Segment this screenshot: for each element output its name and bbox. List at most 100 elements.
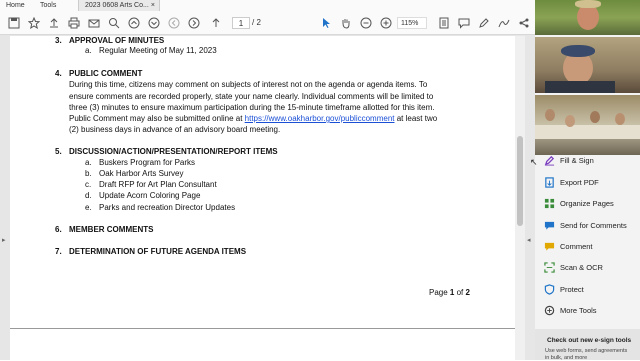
tool-scan-ocr[interactable]: Scan & OCR (540, 260, 640, 276)
item-c-letter: c. (85, 180, 92, 189)
document-tab[interactable]: 2023 0608 Arts Co... × (78, 0, 160, 11)
public-comment-line-4: Public Comment may also be submitted onl… (69, 114, 437, 124)
tool-send-for-comments[interactable]: Send for Comments (540, 218, 640, 234)
section-7-title: DETERMINATION OF FUTURE AGENDA ITEMS (69, 247, 247, 256)
tools-tab[interactable]: Tools (40, 0, 56, 11)
bookmark-star-icon[interactable] (26, 15, 42, 31)
video-participant-1 (535, 0, 640, 35)
item-a-letter: a. (85, 158, 92, 167)
public-comment-line-5: (2) business days in advance of an advis… (69, 125, 281, 134)
footer-total: 2 (465, 288, 470, 297)
item-d-letter: d. (85, 191, 92, 200)
document-tab-label: 2023 0608 Arts Co... (85, 2, 149, 9)
esign-promo-banner[interactable]: Check out new e-sign tools Use web forms… (535, 329, 640, 361)
item-d-text: Update Acorn Coloring Page (99, 191, 201, 200)
zoom-in-icon[interactable] (378, 15, 394, 31)
public-comment-line-3: three (3) minutes to ensure maximum part… (69, 103, 435, 112)
public-comment-link[interactable]: https://www.oakharbor.gov/publiccomment (245, 114, 395, 123)
public-comment-line-4-end: at least two (394, 114, 438, 123)
page-break-line (10, 328, 515, 329)
attendee-face (615, 113, 625, 125)
protect-icon (544, 284, 555, 295)
video-participant-2 (535, 37, 640, 93)
item-e-letter: e. (85, 203, 92, 212)
fill-sign-icon (544, 155, 555, 166)
promo-title: Check out new e-sign tools (547, 337, 632, 344)
print-icon[interactable] (66, 15, 82, 31)
previous-page-up-icon[interactable] (126, 15, 142, 31)
acrobat-window: Home Tools 2023 0608 Arts Co... × 1 / 2 … (0, 0, 535, 360)
mouse-cursor-icon: ↖ (530, 157, 538, 167)
collapse-left-panel-icon[interactable]: ▸ (2, 236, 6, 244)
footer-prefix: Page (429, 288, 450, 297)
fit-page-icon[interactable] (436, 15, 452, 31)
section-3a-letter: a. (85, 46, 92, 55)
zoom-out-icon[interactable] (358, 15, 374, 31)
page-count: / 2 (252, 18, 261, 27)
tool-comment[interactable]: Comment (540, 239, 640, 255)
vertical-scrollbar[interactable] (515, 36, 525, 360)
tool-label: Fill & Sign (560, 156, 594, 165)
public-comment-line-1: During this time, citizens may comment o… (69, 80, 428, 89)
conference-table (535, 125, 640, 139)
tool-label: Comment (560, 242, 593, 251)
document-viewport[interactable]: ▸ 3. APPROVAL OF MINUTES a. Regular Meet… (0, 36, 535, 360)
item-b-letter: b. (85, 169, 92, 178)
tool-protect[interactable]: Protect (540, 282, 640, 298)
attendee-face (590, 111, 600, 123)
section-7-number: 7. (55, 247, 62, 256)
highlight-pen-icon[interactable] (476, 15, 492, 31)
tool-label: Protect (560, 285, 584, 294)
export-pdf-icon (545, 177, 554, 188)
save-icon[interactable] (6, 15, 22, 31)
next-view-icon[interactable] (186, 15, 202, 31)
page-number-input[interactable]: 1 (232, 17, 250, 29)
send-comments-icon (544, 221, 555, 230)
section-3-title: APPROVAL OF MINUTES (69, 36, 165, 45)
tool-label: Organize Pages (560, 199, 614, 208)
collapse-right-panel-icon[interactable]: ◂ (527, 236, 531, 244)
section-6-number: 6. (55, 225, 62, 234)
pdf-page: 3. APPROVAL OF MINUTES a. Regular Meetin… (10, 36, 515, 360)
tool-more-tools[interactable]: More Tools (540, 303, 640, 319)
attendee-face (545, 109, 555, 121)
arrow-up-icon[interactable] (208, 15, 224, 31)
tool-export-pdf[interactable]: Export PDF (540, 175, 640, 191)
previous-view-icon[interactable] (166, 15, 182, 31)
section-5-title: DISCUSSION/ACTION/PRESENTATION/REPORT IT… (69, 147, 278, 156)
tool-label: Export PDF (560, 178, 599, 187)
hand-tool-icon[interactable] (338, 15, 354, 31)
tool-label: Send for Comments (560, 221, 627, 230)
zoom-level-dropdown[interactable]: 115% (397, 17, 427, 29)
scrollbar-thumb[interactable] (517, 136, 523, 226)
tool-label: Scan & OCR (560, 263, 603, 272)
page-footer: Page 1 of 2 (429, 288, 470, 298)
comment-icon (544, 242, 555, 251)
next-page-down-icon[interactable] (146, 15, 162, 31)
tool-organize-pages[interactable]: Organize Pages (540, 196, 640, 212)
section-3a-text: Regular Meeting of May 11, 2023 (99, 46, 217, 55)
section-3-number: 3. (55, 36, 62, 45)
more-tools-icon (544, 305, 555, 316)
item-b-text: Oak Harbor Arts Survey (99, 169, 184, 178)
upload-icon[interactable] (46, 15, 62, 31)
tool-label: More Tools (560, 306, 597, 315)
attendee-face (565, 115, 575, 127)
item-c-text: Draft RFP for Art Plan Consultant (99, 180, 217, 189)
share-icon[interactable] (516, 15, 532, 31)
scan-ocr-icon (544, 262, 555, 273)
item-a-text: Buskers Program for Parks (99, 158, 196, 167)
participant-cap (575, 0, 601, 8)
promo-line-1: Use web forms, send agreements (545, 348, 628, 354)
email-icon[interactable] (86, 15, 102, 31)
search-icon[interactable] (106, 15, 122, 31)
home-tab[interactable]: Home (6, 0, 25, 11)
promo-line-2: in bulk, and more (545, 355, 588, 361)
close-tab-icon[interactable]: × (145, 0, 155, 11)
draw-icon[interactable] (496, 15, 512, 31)
public-comment-line-4-start: Public Comment may also be submitted onl… (69, 114, 245, 123)
comment-icon[interactable] (456, 15, 472, 31)
section-6-title: MEMBER COMMENTS (69, 225, 154, 234)
tool-fill-sign[interactable]: Fill & Sign (540, 153, 640, 169)
select-cursor-icon[interactable] (318, 15, 334, 31)
